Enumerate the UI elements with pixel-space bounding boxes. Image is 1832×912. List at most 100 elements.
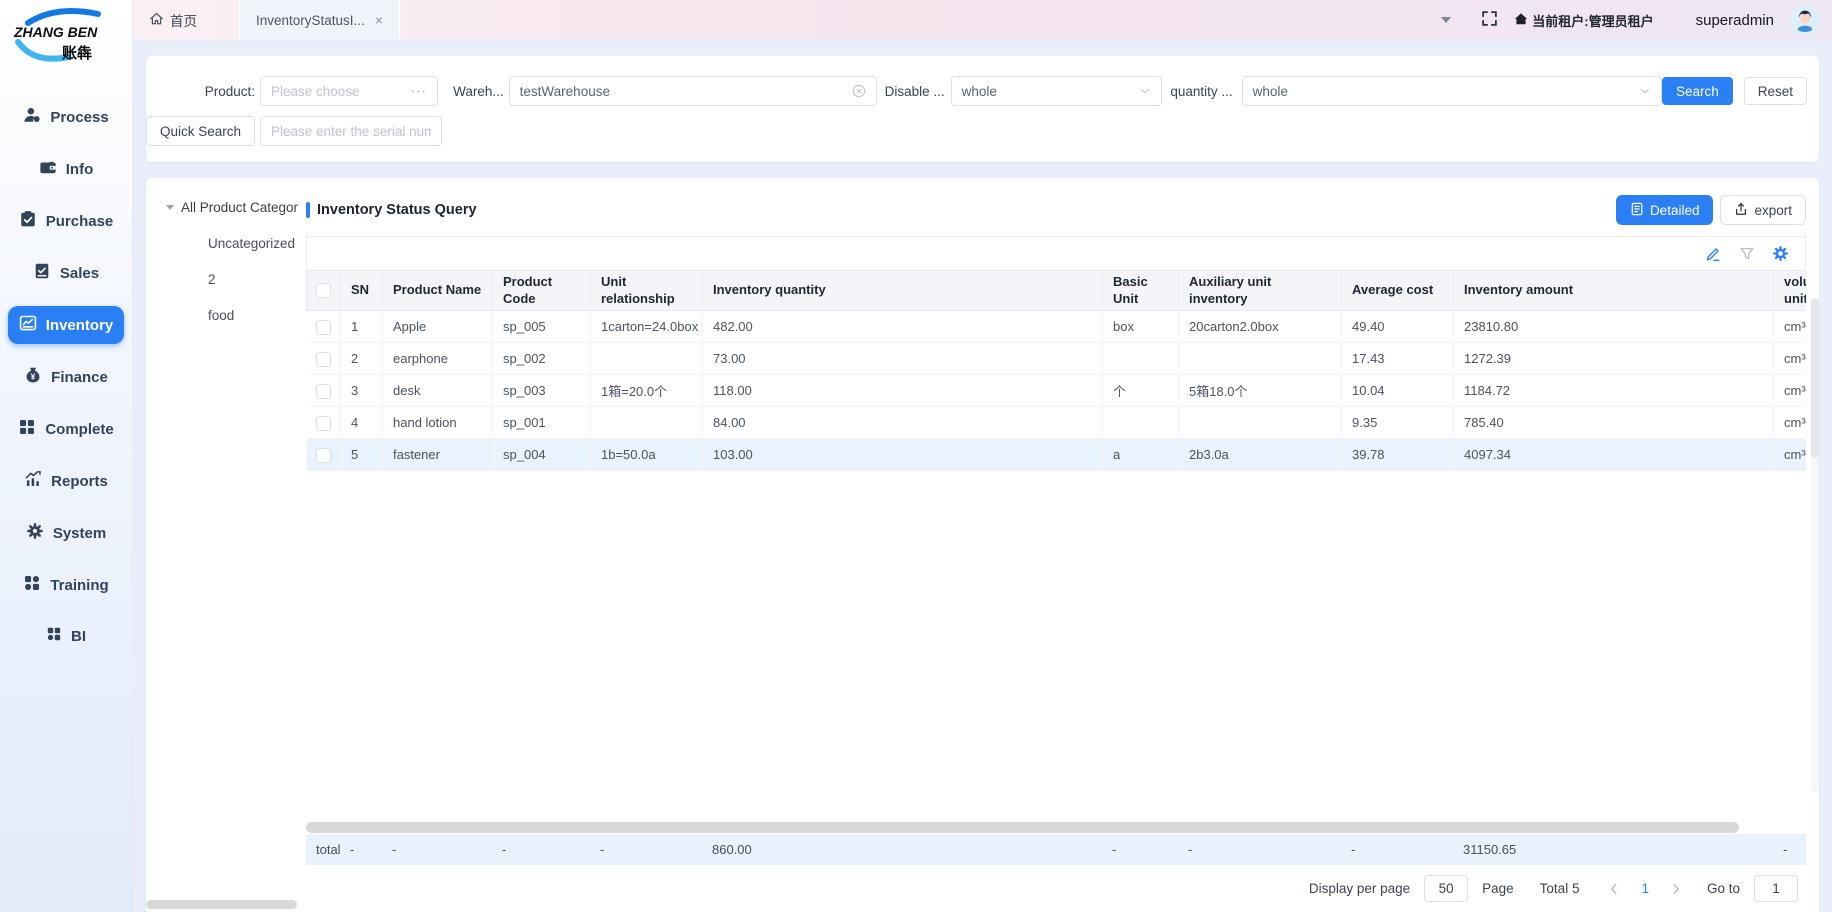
sidebar-item-system[interactable]: System xyxy=(15,514,117,552)
table-header-row: SN Product Name Product Code Unit relati… xyxy=(307,271,1807,311)
tab-inventory-status[interactable]: InventoryStatusI... × xyxy=(239,0,400,40)
scrollbar-thumb[interactable] xyxy=(306,822,1739,833)
total-product-code: - xyxy=(492,834,590,865)
sidebar-item-process[interactable]: Process xyxy=(12,98,119,136)
table-vertical-scrollbar[interactable] xyxy=(1811,298,1819,792)
table-row-selected[interactable]: 5 fastener sp_004 1b=50.0a 103.00 a 2b3.… xyxy=(307,439,1807,471)
col-header-basic-unit[interactable]: Basic Unit xyxy=(1103,271,1179,311)
sidebar-item-sales[interactable]: Sales xyxy=(22,254,110,292)
warehouse-field[interactable] xyxy=(509,76,877,106)
row-checkbox[interactable] xyxy=(316,384,331,399)
cell-inventory-quantity: 84.00 xyxy=(703,407,1103,439)
scrollbar-thumb[interactable] xyxy=(1811,298,1819,458)
tree-item-uncategorized[interactable]: Uncategorized xyxy=(146,236,306,251)
tenant-info[interactable]: 当前租户:管理员租户 xyxy=(1514,11,1653,30)
tree-horizontal-scrollbar[interactable] xyxy=(146,900,297,909)
col-header-product-name[interactable]: Product Name xyxy=(383,271,493,311)
serial-field[interactable] xyxy=(260,116,442,146)
reset-button[interactable]: Reset xyxy=(1744,77,1807,105)
pagination: Display per page Page Total 5 1 Go to xyxy=(306,865,1806,912)
cell-sn: 3 xyxy=(341,375,383,407)
filter-funnel-icon[interactable] xyxy=(1739,246,1755,262)
sidebar-item-label: System xyxy=(53,525,106,542)
sidebar-item-inventory[interactable]: Inventory xyxy=(8,306,125,344)
export-icon xyxy=(1734,202,1748,219)
col-header-auxiliary-unit-inventory[interactable]: Auxiliary unit inventory xyxy=(1179,271,1342,311)
col-header-average-cost[interactable]: Average cost xyxy=(1342,271,1454,311)
product-input[interactable] xyxy=(271,84,405,99)
close-icon[interactable]: × xyxy=(375,12,383,28)
col-header-inventory-amount[interactable]: Inventory amount xyxy=(1454,271,1774,311)
tree-item-food[interactable]: food xyxy=(146,308,306,323)
sidebar-item-info[interactable]: Info xyxy=(28,150,105,188)
col-header-sn[interactable]: SN xyxy=(341,271,383,311)
row-checkbox[interactable] xyxy=(316,352,331,367)
table-row[interactable]: 1 Apple sp_005 1carton=24.0box 482.00 bo… xyxy=(307,311,1807,343)
search-button[interactable]: Search xyxy=(1662,77,1733,105)
chevron-down-icon[interactable] xyxy=(1441,17,1451,23)
export-button[interactable]: export xyxy=(1720,195,1806,225)
app-root: ZHANG BEN 账犇 Process Info Purchase Sales xyxy=(0,0,1832,912)
row-checkbox[interactable] xyxy=(316,416,331,431)
cell-product-name: fastener xyxy=(383,439,493,471)
cell-unit-relationship: 1b=50.0a xyxy=(591,439,703,471)
table-row[interactable]: 3 desk sp_003 1箱=20.0个 118.00 个 5箱18.0个 … xyxy=(307,375,1807,407)
row-checkbox[interactable] xyxy=(316,448,331,463)
cell-volume-unit: cm³ xyxy=(1774,375,1807,407)
person-icon xyxy=(23,106,41,128)
ellipsis-icon[interactable]: ··· xyxy=(411,84,428,99)
fullscreen-icon[interactable] xyxy=(1481,10,1498,30)
detailed-button[interactable]: Detailed xyxy=(1616,195,1714,225)
serial-input[interactable] xyxy=(271,124,431,139)
col-header-volume-unit[interactable]: volume unit xyxy=(1774,271,1807,311)
home-nav[interactable]: 首页 xyxy=(149,10,197,30)
notebook-icon xyxy=(33,262,51,284)
prev-page-icon[interactable] xyxy=(1607,882,1621,896)
cell-product-name: desk xyxy=(383,375,493,407)
sidebar-item-complete[interactable]: Complete xyxy=(7,410,124,448)
filter-panel: Product: ··· Wareh... Disable ... whole … xyxy=(146,56,1819,162)
select-all-checkbox[interactable] xyxy=(316,283,331,298)
cell-product-code: sp_003 xyxy=(493,375,591,407)
col-header-inventory-quantity[interactable]: Inventory quantity xyxy=(703,271,1103,311)
goto-page-input[interactable] xyxy=(1754,875,1798,902)
table-horizontal-scrollbar[interactable] xyxy=(306,821,1806,834)
total-row-container: total - - - - 860.00 - - - 31150.65 - xyxy=(306,834,1806,865)
caret-down-icon[interactable] xyxy=(166,205,174,210)
tree-item-2[interactable]: 2 xyxy=(146,272,306,287)
quantity-label: quantity ... xyxy=(1170,84,1232,99)
col-header-product-code[interactable]: Product Code xyxy=(493,271,591,311)
product-picker[interactable]: ··· xyxy=(260,76,438,106)
cell-product-name: hand lotion xyxy=(383,407,493,439)
total-label: total xyxy=(306,834,340,865)
table-row[interactable]: 4 hand lotion sp_001 84.00 9.35 785.40 xyxy=(307,407,1807,439)
cell-volume-unit: cm³ xyxy=(1774,439,1807,471)
warehouse-input[interactable] xyxy=(520,84,846,99)
settings-gear-icon[interactable] xyxy=(1772,245,1789,262)
total-inventory-quantity: 860.00 xyxy=(702,834,1102,865)
cell-sn: 2 xyxy=(341,343,383,375)
total-basic-unit: - xyxy=(1102,834,1178,865)
avatar[interactable] xyxy=(1790,5,1820,35)
sidebar-item-training[interactable]: Training xyxy=(12,566,119,604)
edit-pencil-icon[interactable] xyxy=(1705,245,1722,262)
cell-average-cost: 39.78 xyxy=(1342,439,1454,471)
current-page-button[interactable]: 1 xyxy=(1635,881,1655,896)
table-row[interactable]: 2 earphone sp_002 73.00 17.43 1272.39 xyxy=(307,343,1807,375)
next-page-icon[interactable] xyxy=(1669,882,1683,896)
barchart-icon xyxy=(24,470,42,492)
sidebar-item-finance[interactable]: ¥ Finance xyxy=(13,358,119,396)
main-column: 首页 InventoryStatusI... × 当前租户:管理员租户 supe… xyxy=(133,0,1832,912)
sidebar-item-purchase[interactable]: Purchase xyxy=(8,202,125,240)
clear-icon[interactable] xyxy=(852,84,866,98)
username-label[interactable]: superadmin xyxy=(1696,12,1774,29)
row-checkbox[interactable] xyxy=(316,320,331,335)
quantity-select[interactable]: whole xyxy=(1242,76,1662,106)
tree-root-all-categories[interactable]: All Product Categor xyxy=(146,200,306,215)
sidebar-item-bi[interactable]: BI xyxy=(35,618,97,654)
page-size-input[interactable] xyxy=(1424,875,1468,902)
sidebar-item-reports[interactable]: Reports xyxy=(13,462,119,500)
disable-select[interactable]: whole xyxy=(951,76,1163,106)
quick-search-button[interactable]: Quick Search xyxy=(146,116,255,146)
col-header-unit-relationship[interactable]: Unit relationship xyxy=(591,271,703,311)
